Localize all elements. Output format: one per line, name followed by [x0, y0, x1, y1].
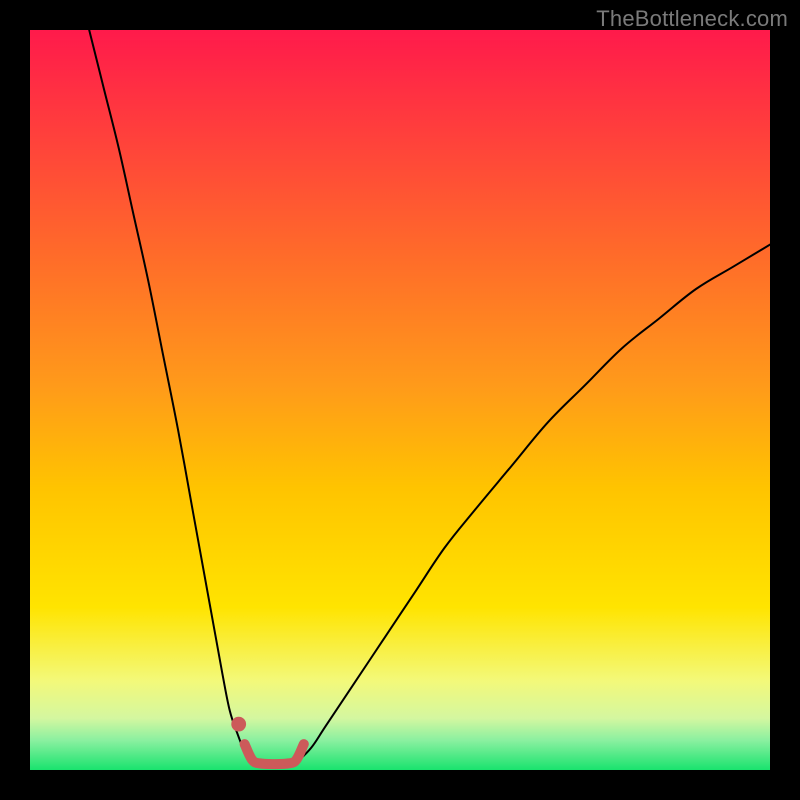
- plot-area: [30, 30, 770, 770]
- annotation-layer: [231, 717, 246, 732]
- valley-dot: [231, 717, 246, 732]
- gradient-backdrop: [30, 30, 770, 770]
- watermark-text: TheBottleneck.com: [596, 6, 788, 32]
- chart-frame: TheBottleneck.com: [0, 0, 800, 800]
- chart-svg: [30, 30, 770, 770]
